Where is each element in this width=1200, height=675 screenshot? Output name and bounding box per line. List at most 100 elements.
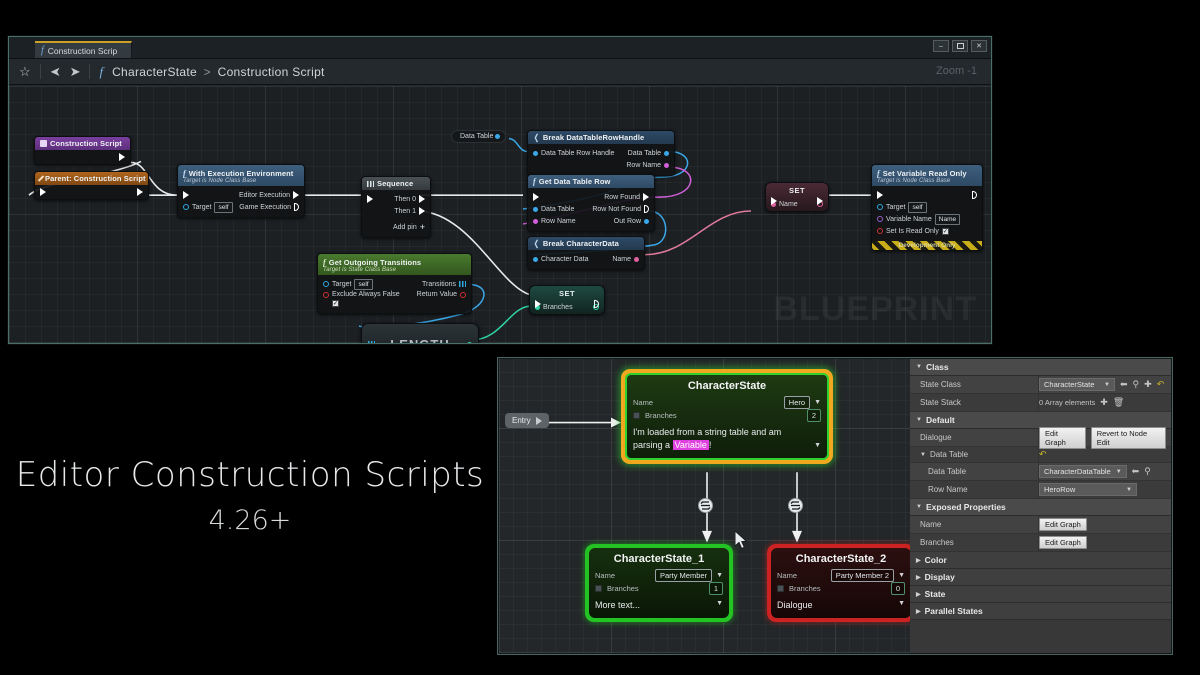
in-pin-variable-name[interactable] [877, 216, 883, 222]
node-get-outgoing-transitions[interactable]: f Get Outgoing Transitions Target is Sta… [317, 253, 472, 314]
node-set-variable-read-only[interactable]: f Set Variable Read Only Target is Node … [871, 164, 983, 251]
target-value-field[interactable]: self [354, 279, 372, 290]
state-machine-graph[interactable]: Entry Charac [499, 359, 912, 653]
state-node-characterstate-1[interactable]: CharacterState_1 Name Party Member ▼ Bra… [585, 544, 733, 622]
out-pin-return-value[interactable] [460, 292, 466, 298]
node-parent-construction-script[interactable]: Parent: Construction Script [34, 171, 149, 200]
chevron-down-icon[interactable]: ▼ [814, 399, 821, 406]
out-pin-name[interactable] [634, 257, 639, 262]
chevron-down-icon[interactable]: ▼ [920, 452, 926, 458]
node-length[interactable]: LENGTH [361, 323, 479, 343]
edit-graph-button[interactable]: Edit Graph [1039, 536, 1087, 549]
favorite-star-icon[interactable]: ☆ [19, 65, 31, 78]
exec-in-pin[interactable] [771, 197, 777, 205]
exec-out-pin[interactable] [119, 153, 125, 161]
tab-construction-script[interactable]: f Construction Scrip [35, 41, 132, 58]
reset-to-default-icon[interactable]: ↶ [1039, 449, 1047, 460]
chevron-down-icon[interactable]: ▼ [716, 600, 723, 607]
trash-icon[interactable]: 🗑 [1113, 397, 1124, 408]
exec-out-pin[interactable] [972, 191, 977, 199]
chevron-down-icon[interactable]: ▼ [898, 572, 905, 579]
name-value[interactable]: Party Member 2 [831, 569, 894, 582]
exclude-always-false-checkbox[interactable]: ✓ [332, 300, 339, 307]
branches-handle-icon[interactable] [633, 412, 640, 419]
node-set-branches[interactable]: SET Branches [529, 285, 605, 315]
entry-exec-pin[interactable] [536, 417, 542, 425]
exec-out-pin-then1[interactable] [419, 207, 425, 215]
target-object-pin[interactable] [183, 204, 189, 210]
exec-in-pin[interactable] [183, 191, 189, 199]
details-category-state[interactable]: ▶ State [910, 586, 1171, 603]
details-category-exposed-properties[interactable]: ▼ Exposed Properties [910, 499, 1171, 516]
name-value[interactable]: Party Member [655, 569, 712, 582]
exec-in-pin[interactable] [535, 300, 541, 308]
chevron-down-icon[interactable]: ▼ [814, 442, 821, 452]
plus-icon[interactable]: + [420, 224, 425, 231]
branches-value[interactable]: 0 [891, 582, 905, 595]
details-category-color[interactable]: ▶ Color [910, 552, 1171, 569]
transition-icon-1[interactable] [698, 498, 713, 513]
in-pin-character-data[interactable] [533, 257, 538, 262]
row-name-dropdown[interactable]: HeroRow ▼ [1039, 483, 1137, 496]
in-pin-row-name[interactable] [533, 219, 538, 224]
forward-arrow-icon[interactable]: ➤ [70, 65, 81, 78]
node-sequence[interactable]: Sequence Then 0 Then 1 Add pin+ [361, 176, 431, 238]
in-pin-data-table[interactable] [533, 207, 538, 212]
exec-out-pin-then0[interactable] [419, 195, 425, 203]
exec-out-pin[interactable] [137, 188, 143, 196]
exec-in-pin[interactable] [533, 193, 539, 201]
branches-handle-icon[interactable] [595, 585, 602, 592]
close-button[interactable]: ✕ [971, 40, 987, 52]
transition-icon-2[interactable] [788, 498, 803, 513]
target-object-pin[interactable] [877, 204, 883, 210]
node-break-datatable-row-handle[interactable]: ❬ Break DataTableRowHandle Data Table Ro… [527, 130, 675, 176]
state-node-characterstate-2[interactable]: CharacterState_2 Name Party Member 2 ▼ B… [767, 544, 912, 622]
details-category-parallel-states[interactable]: ▶ Parallel States [910, 603, 1171, 620]
out-pin-row-name[interactable] [664, 163, 669, 168]
magnifier-icon[interactable]: ⚲ [1144, 466, 1151, 477]
browse-back-icon[interactable]: ⬅ [1120, 379, 1128, 390]
out-pin-transitions-array[interactable] [459, 281, 466, 287]
exec-in-pin[interactable] [367, 195, 373, 203]
set-is-read-only-checkbox[interactable]: ✓ [942, 228, 949, 235]
node-break-character-data[interactable]: ❬ Break CharacterData Character Data Nam… [527, 236, 645, 270]
edit-graph-button[interactable]: Edit Graph [1039, 427, 1086, 449]
plus-icon[interactable]: ✚ [1100, 397, 1108, 408]
branches-value[interactable]: 1 [709, 582, 723, 595]
node-construction-script[interactable]: Construction Script [34, 136, 131, 165]
pin-row-add-pin[interactable]: Add pin+ [362, 221, 430, 233]
in-pin-array[interactable] [368, 341, 375, 343]
branches-value[interactable]: 2 [807, 409, 821, 422]
maximize-button[interactable] [952, 40, 968, 52]
blueprint-graph-canvas[interactable]: Construction Script Parent: Construction… [9, 86, 991, 343]
back-arrow-icon[interactable]: ➤ [50, 65, 61, 78]
node-get-data-table-row[interactable]: f Get Data Table Row Row Found Data Tabl… [527, 174, 655, 232]
name-value[interactable]: Hero [784, 396, 810, 409]
breadcrumb-root[interactable]: CharacterState [112, 65, 197, 79]
exec-out-pin-editor[interactable] [293, 191, 299, 199]
target-object-pin[interactable] [323, 281, 329, 287]
details-category-class[interactable]: ▼ Class [910, 359, 1171, 376]
details-panel[interactable]: ▼ Class State Class CharacterState ▼ ⬅ ⚲… [910, 359, 1171, 653]
revert-to-node-edit-button[interactable]: Revert to Node Edit [1091, 427, 1166, 449]
bool-in-pin[interactable] [323, 292, 329, 298]
exec-out-pin-game[interactable] [294, 203, 299, 211]
chevron-down-icon[interactable]: ▼ [898, 600, 905, 607]
data-table-out-pin[interactable] [495, 134, 500, 139]
target-value-field[interactable]: self [908, 202, 926, 213]
node-data-table-variable[interactable]: Data Table [451, 130, 506, 143]
out-pin-out-row[interactable] [644, 219, 649, 224]
variable-name-field[interactable]: Name [935, 214, 960, 225]
chevron-down-icon[interactable]: ▼ [716, 572, 723, 579]
exec-in-pin[interactable] [40, 188, 46, 196]
in-pin-row-handle[interactable] [533, 151, 538, 156]
node-with-execution-environment[interactable]: f With Execution Environment Target is N… [177, 164, 305, 218]
browse-back-icon[interactable]: ⬅ [1132, 466, 1140, 477]
node-set-name[interactable]: SET Name [765, 182, 829, 212]
reset-to-default-icon[interactable]: ↶ [1157, 379, 1165, 390]
minimize-button[interactable]: – [933, 40, 949, 52]
edit-graph-button[interactable]: Edit Graph [1039, 518, 1087, 531]
state-node-characterstate[interactable]: CharacterState Name Hero ▼ Branches [621, 369, 833, 464]
data-table-dropdown[interactable]: CharacterDataTable ▼ [1039, 465, 1127, 478]
state-class-dropdown[interactable]: CharacterState ▼ [1039, 378, 1115, 391]
